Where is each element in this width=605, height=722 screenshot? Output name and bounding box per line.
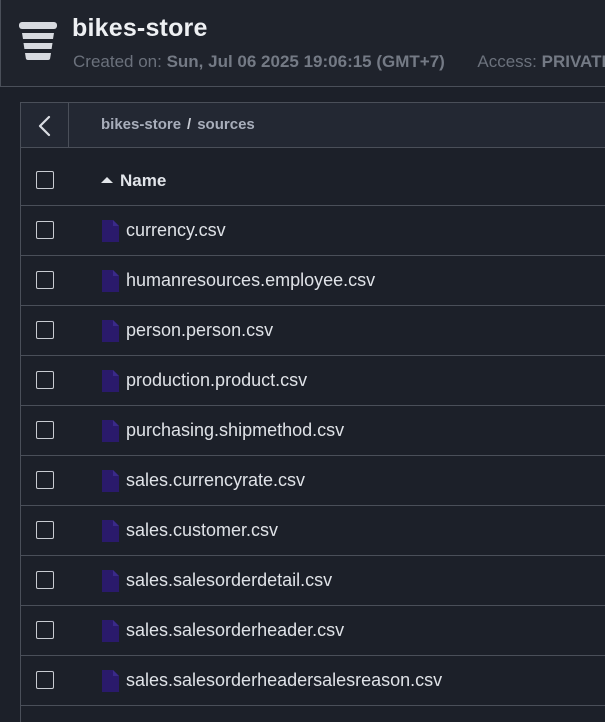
row-checkbox[interactable]	[36, 421, 54, 439]
file-name[interactable]: humanresources.employee.csv	[126, 270, 375, 291]
table-row[interactable]: currency.csv	[21, 206, 605, 256]
bucket-title: bikes-store	[72, 14, 208, 42]
table-row[interactable]: sales.salesorderdetail.csv	[21, 556, 605, 606]
back-button[interactable]	[21, 103, 69, 147]
sort-ascending-icon	[101, 177, 113, 184]
breadcrumb-bar: bikes-store / sources	[21, 102, 605, 148]
row-checkbox[interactable]	[36, 321, 54, 339]
access-label: Access:	[477, 52, 537, 71]
file-name[interactable]: sales.customer.csv	[126, 520, 278, 541]
bucket-icon	[19, 22, 57, 60]
name-column-label: Name	[120, 171, 167, 190]
table-row[interactable]: sales.customer.csv	[21, 506, 605, 556]
breadcrumb-current[interactable]: sources	[197, 116, 255, 133]
row-checkbox[interactable]	[36, 571, 54, 589]
breadcrumb-root[interactable]: bikes-store	[101, 116, 181, 133]
file-name[interactable]: person.person.csv	[126, 320, 273, 341]
created-label: Created on:	[73, 52, 162, 71]
file-icon	[102, 620, 119, 642]
file-icon	[102, 670, 119, 692]
breadcrumb: bikes-store / sources	[101, 116, 255, 133]
table-row[interactable]: sales.salesorderheadersalesreason.csv	[21, 656, 605, 706]
file-icon	[102, 520, 119, 542]
table-row[interactable]: sales.salesorderheader.csv	[21, 606, 605, 656]
file-icon	[102, 270, 119, 292]
table-row[interactable]: humanresources.employee.csv	[21, 256, 605, 306]
table-row[interactable]: sales.currencyrate.csv	[21, 456, 605, 506]
table-header-row: Name	[21, 156, 605, 206]
file-icon	[102, 220, 119, 242]
breadcrumb-separator: /	[187, 116, 192, 133]
row-checkbox[interactable]	[36, 521, 54, 539]
row-checkbox[interactable]	[36, 371, 54, 389]
access-value: PRIVATE	[541, 52, 605, 71]
created-value: Sun, Jul 06 2025 19:06:15 (GMT+7)	[166, 52, 445, 71]
row-checkbox[interactable]	[36, 271, 54, 289]
file-name[interactable]: purchasing.shipmethod.csv	[126, 420, 344, 441]
select-all-checkbox[interactable]	[36, 171, 54, 189]
row-checkbox[interactable]	[36, 221, 54, 239]
row-checkbox[interactable]	[36, 471, 54, 489]
table-row[interactable]: production.product.csv	[21, 356, 605, 406]
chevron-left-icon	[38, 115, 51, 137]
bucket-meta: Created on: Sun, Jul 06 2025 19:06:15 (G…	[73, 52, 605, 72]
file-icon	[102, 370, 119, 392]
file-name[interactable]: production.product.csv	[126, 370, 307, 391]
file-icon	[102, 320, 119, 342]
file-name[interactable]: currency.csv	[126, 220, 226, 241]
table-row[interactable]: person.person.csv	[21, 306, 605, 356]
bucket-header: bikes-store Created on: Sun, Jul 06 2025…	[0, 0, 605, 87]
file-name[interactable]: sales.salesorderdetail.csv	[126, 570, 332, 591]
table-row[interactable]: purchasing.shipmethod.csv	[21, 406, 605, 456]
name-column-header[interactable]: Name	[101, 171, 166, 191]
file-icon	[102, 470, 119, 492]
file-name[interactable]: sales.salesorderheadersalesreason.csv	[126, 670, 442, 691]
file-icon	[102, 420, 119, 442]
file-icon	[102, 570, 119, 592]
file-name[interactable]: sales.salesorderheader.csv	[126, 620, 344, 641]
row-checkbox[interactable]	[36, 671, 54, 689]
file-name[interactable]: sales.currencyrate.csv	[126, 470, 305, 491]
object-browser: bikes-store / sources Name currency.csv hum…	[20, 102, 605, 722]
row-checkbox[interactable]	[36, 621, 54, 639]
